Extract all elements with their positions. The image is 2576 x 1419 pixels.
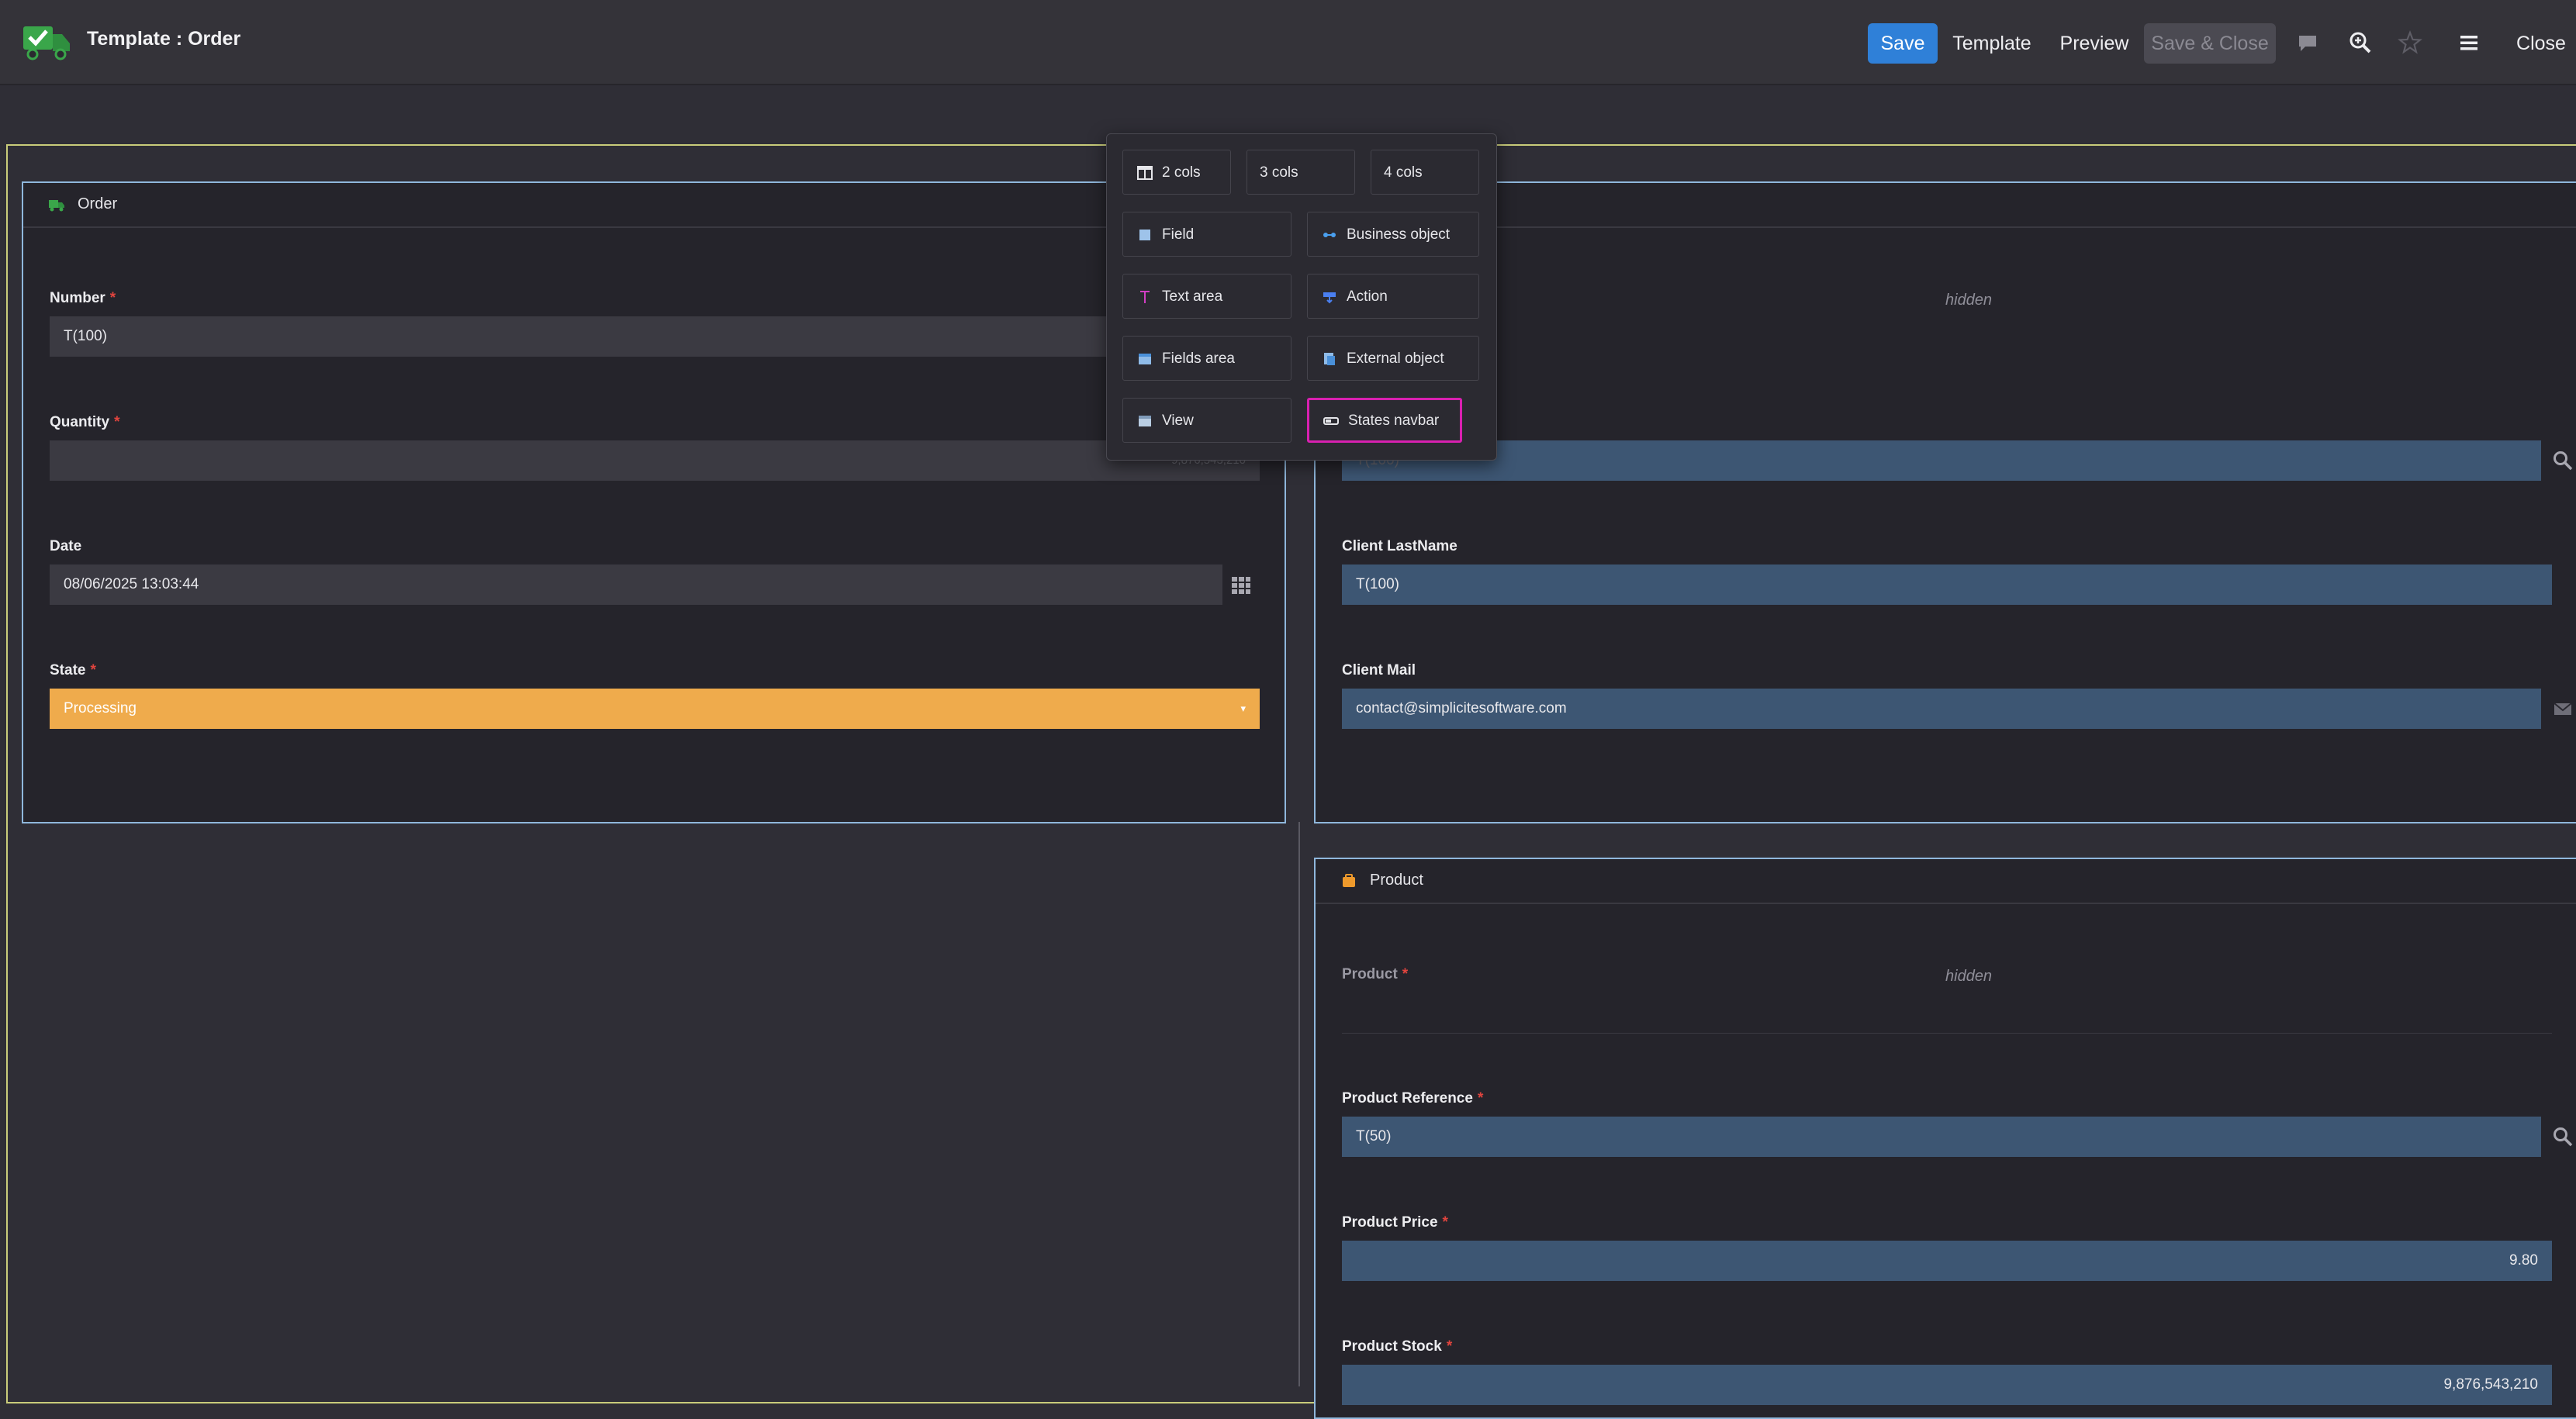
states-navbar-label: States navbar — [1348, 413, 1440, 429]
action-label: Action — [1347, 288, 1388, 305]
search-icon[interactable] — [2552, 1126, 2574, 1148]
external-object-button[interactable]: External object — [1307, 336, 1479, 381]
state-value: Processing — [64, 700, 137, 716]
view-icon — [1139, 416, 1151, 426]
action-icon — [1323, 292, 1336, 304]
order-panel-title: Order — [78, 195, 118, 212]
top-header: Template : Order Save Template Preview S… — [0, 0, 2576, 85]
preview-button[interactable]: Preview — [2054, 23, 2135, 64]
product-stock-input[interactable]: 9,876,543,210 — [1342, 1365, 2552, 1405]
date-label: Date — [50, 538, 82, 554]
fields-area-label: Fields area — [1162, 350, 1235, 367]
client-lastname-input[interactable]: T(100) — [1342, 564, 2552, 605]
quantity-input[interactable]: 9,876,543,210 — [50, 440, 1260, 481]
product-price-input[interactable]: 9.80 — [1342, 1241, 2552, 1281]
three-cols-label: 3 cols — [1260, 164, 1298, 181]
comment-icon[interactable] — [2294, 29, 2321, 56]
client-lastname-label: Client LastName — [1342, 538, 1457, 554]
number-label: Number * — [50, 290, 116, 306]
add-element-popover: 2 cols 3 cols 4 cols Field Business obje… — [1106, 133, 1497, 461]
product-hidden-text: hidden — [1945, 968, 1993, 985]
product-stock-label: Product Stock * — [1342, 1338, 1453, 1355]
external-object-label: External object — [1347, 350, 1444, 367]
product-box-icon — [1343, 874, 1355, 887]
chevron-down-icon: ▾ — [1240, 703, 1246, 714]
product-panel[interactable]: Product Product * hidden Product Referenc… — [1314, 858, 2576, 1419]
product-panel-header: Product — [1316, 859, 2576, 904]
product-field-divider — [1342, 1033, 2552, 1034]
menu-icon[interactable] — [2456, 29, 2482, 56]
business-object-button[interactable]: Business object — [1307, 212, 1479, 257]
truck-icon — [49, 200, 64, 212]
save-close-button[interactable]: Save & Close — [2144, 23, 2276, 64]
client-hidden-text: hidden — [1945, 292, 1993, 309]
external-object-icon — [1324, 353, 1335, 365]
save-button[interactable]: Save — [1868, 23, 1938, 64]
close-button[interactable]: Close — [2510, 23, 2572, 64]
product-reference-input[interactable]: T(50) — [1342, 1117, 2541, 1157]
fields-area-icon — [1139, 354, 1151, 364]
product-label: Product * — [1342, 966, 1409, 982]
product-panel-title: Product — [1370, 872, 1423, 889]
mail-icon[interactable] — [2552, 698, 2574, 720]
order-panel-header: Order — [23, 183, 1285, 228]
fields-area-button[interactable]: Fields area — [1122, 336, 1291, 381]
business-object-label: Business object — [1347, 226, 1451, 243]
client-field-input[interactable]: T(100) — [1342, 440, 2541, 481]
four-cols-label: 4 cols — [1384, 164, 1423, 181]
column-divider — [1298, 822, 1300, 1386]
text-icon — [1140, 291, 1150, 303]
link-icon — [1323, 233, 1336, 237]
columns-icon — [1137, 166, 1153, 180]
calendar-grid-icon[interactable] — [1230, 574, 1252, 596]
text-area-button[interactable]: Text area — [1122, 274, 1291, 319]
template-button[interactable]: Template — [1952, 23, 2032, 64]
view-button[interactable]: View — [1122, 398, 1291, 443]
product-reference-label: Product Reference * — [1342, 1090, 1484, 1107]
two-cols-label: 2 cols — [1162, 164, 1201, 181]
client-panel-header — [1316, 183, 2576, 228]
date-input[interactable]: 08/06/2025 13:03:44 — [50, 564, 1222, 605]
three-cols-button[interactable]: 3 cols — [1247, 150, 1355, 195]
quantity-label: Quantity * — [50, 414, 120, 430]
field-button[interactable]: Field — [1122, 212, 1291, 257]
field-icon — [1139, 230, 1150, 240]
state-select[interactable]: Processing ▾ — [50, 689, 1260, 729]
view-label: View — [1162, 413, 1194, 429]
client-mail-input[interactable]: contact@simplicitesoftware.com — [1342, 689, 2541, 729]
action-button[interactable]: Action — [1307, 274, 1479, 319]
search-icon[interactable] — [2552, 450, 2574, 471]
text-area-label: Text area — [1162, 288, 1223, 305]
state-label: State * — [50, 662, 96, 678]
states-navbar-button[interactable]: States navbar — [1307, 398, 1462, 443]
product-price-label: Product Price * — [1342, 1214, 1448, 1231]
star-icon[interactable] — [2397, 29, 2423, 56]
app-logo-icon — [23, 26, 70, 60]
four-cols-button[interactable]: 4 cols — [1371, 150, 1479, 195]
client-mail-label: Client Mail — [1342, 662, 1416, 678]
number-input[interactable]: T(100) — [50, 316, 1260, 357]
client-panel[interactable]: hidden T(100) Client LastName T(100) Cli… — [1314, 181, 2576, 823]
order-panel[interactable]: Order Number* T(100) Quantity* 9,876,543… — [22, 181, 1286, 823]
states-navbar-icon — [1323, 417, 1339, 425]
two-cols-button[interactable]: 2 cols — [1122, 150, 1231, 195]
zoom-icon[interactable] — [2347, 29, 2374, 56]
field-label: Field — [1162, 226, 1195, 243]
page-title: Template : Order — [87, 28, 241, 50]
